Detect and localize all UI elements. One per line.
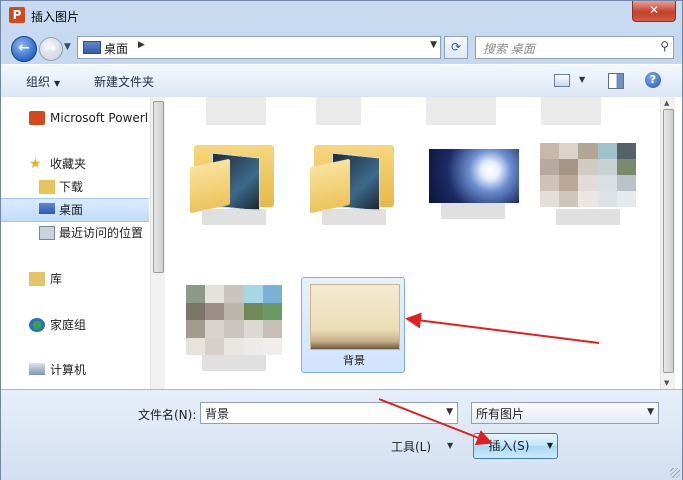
- annotation-arrow-to-insert: [378, 398, 493, 446]
- annotation-arrows: [378, 312, 600, 446]
- insert-picture-dialog: P 插入图片 ✕ ← → ▼ 桌面 ▶ ▼ ⟳ 搜索 桌面 ⚲ 组织 ▼ 新建文件…: [0, 0, 683, 480]
- annotation-arrow-to-file: [405, 312, 600, 344]
